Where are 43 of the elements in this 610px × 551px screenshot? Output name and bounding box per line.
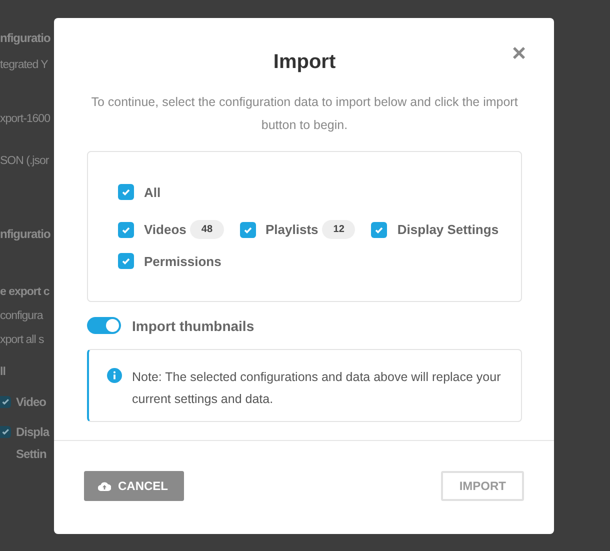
import-button[interactable]: IMPORT [441, 471, 524, 501]
toggle-label: Import thumbnails [132, 318, 254, 334]
count-badge: 12 [322, 220, 356, 239]
checkbox[interactable] [0, 426, 11, 438]
checkbox-label: Permissions [144, 254, 222, 268]
check-icon [121, 187, 131, 197]
checkbox-label: Display Settings [397, 222, 499, 237]
checkbox[interactable] [118, 253, 134, 269]
check-icon [2, 398, 10, 406]
description-text: tegrated Y [0, 58, 48, 73]
checkbox[interactable] [240, 222, 256, 238]
checkbox[interactable] [118, 222, 134, 238]
toggle-switch[interactable] [87, 317, 121, 334]
close-button[interactable]: × [512, 42, 526, 66]
check-icon [121, 224, 131, 234]
checkbox-label: All [144, 184, 161, 200]
section-heading: nfiguratio [0, 30, 50, 47]
list-row-text: xport-1600 [0, 112, 50, 127]
cloud-upload-icon [98, 481, 111, 491]
field-label: ll [0, 365, 6, 380]
note-text: Note: The selected configurations and data above will replace your current settings and data. [132, 369, 501, 408]
checkbox-label: Video [16, 394, 46, 411]
check-icon [374, 224, 384, 234]
description-text: xport all s [0, 333, 44, 348]
checkbox[interactable] [118, 184, 134, 200]
info-icon [107, 368, 122, 383]
check-icon [242, 224, 253, 234]
checkbox-label: Displa [16, 424, 50, 441]
checkbox-label: Videos [144, 222, 186, 237]
checkbox[interactable] [0, 396, 11, 408]
dialog-title: Import [273, 51, 336, 74]
list-row-text: SON (.jsor [0, 154, 49, 169]
field-label: e export c [0, 285, 50, 300]
section-heading: nfiguratio [0, 226, 50, 243]
checkbox[interactable] [371, 222, 388, 238]
count-badge: 48 [190, 220, 224, 239]
check-icon [121, 256, 131, 266]
cancel-button[interactable]: CANCEL [84, 471, 184, 501]
checkbox-label: Settin [16, 446, 46, 463]
checkbox-label: Playlists [266, 222, 318, 237]
description-text: To continue, select the configuration data to import below and click the import button to begin. [90, 94, 519, 134]
check-icon [2, 428, 10, 436]
description-text: configura [0, 309, 43, 324]
